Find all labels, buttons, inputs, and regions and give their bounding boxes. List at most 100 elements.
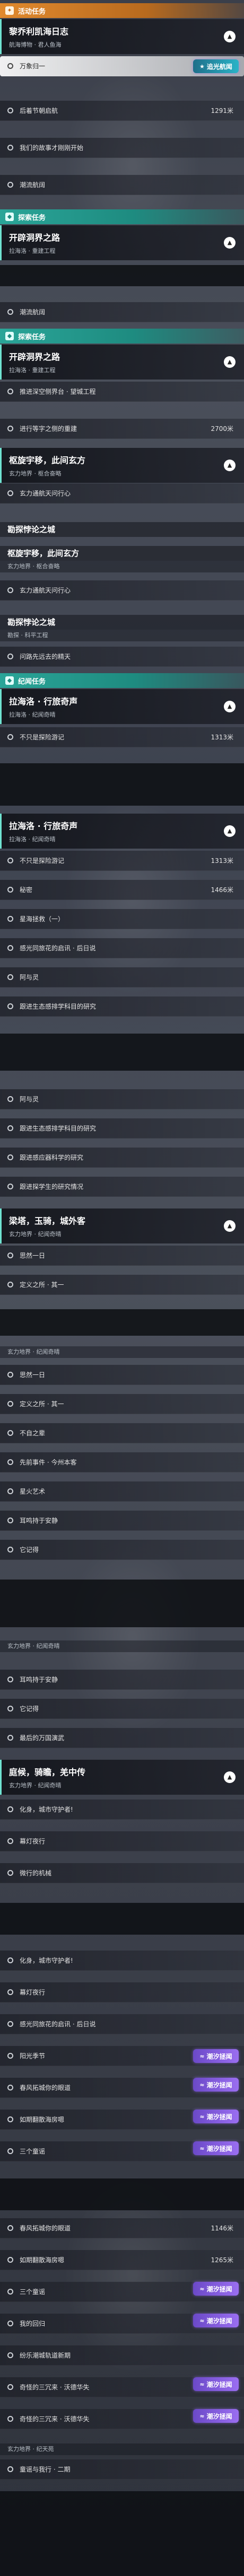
group-title[interactable]: 枢旋宇移，此间玄方 <box>0 546 244 561</box>
radio-icon <box>7 2148 13 2154</box>
radio-icon <box>7 309 13 315</box>
list-item[interactable]: 后着节朝启航 1291米 <box>0 101 244 121</box>
list-item[interactable]: 最后的万国演武 <box>0 1728 244 1748</box>
distance-label: 2700米 <box>211 425 233 433</box>
list-item[interactable]: 不自之辈 <box>0 1423 244 1443</box>
list-item[interactable]: 跟进探学生的研究情况 <box>0 1177 244 1197</box>
list-item[interactable]: 跟进生态感排学科目的研究 <box>0 1118 244 1139</box>
list-item[interactable]: 跟进感应器科学的研究 <box>0 1148 244 1168</box>
section-header-events[interactable]: ✦ 活动任务 <box>0 3 244 18</box>
list-item[interactable]: 化身，城市守护者! <box>0 1799 244 1820</box>
list-item[interactable]: 定义之所 · 其一 <box>0 1275 244 1295</box>
list-item[interactable]: 推进深空侧界台 · 望城工程 <box>0 382 244 402</box>
list-item[interactable]: 潮流航阔 <box>0 302 244 322</box>
section-header-story[interactable]: ◆ 纪闻任务 <box>0 673 244 688</box>
list-item[interactable]: 不只是探险游记 1313米 <box>0 851 244 871</box>
item-label: 玄力通航天问行心 <box>20 490 71 497</box>
item-label: 它记得 <box>20 1705 39 1713</box>
collapse-icon[interactable]: ▲ <box>224 31 236 42</box>
list-item[interactable]: 化身，城市守护者! <box>0 1951 244 1971</box>
list-item[interactable]: 感光同旅花的启讯 · 后日说 <box>0 2014 244 2034</box>
radio-icon <box>7 945 13 951</box>
radio-icon <box>7 2416 13 2422</box>
quest-card[interactable]: 黎乔利凯海日志 航海博物 · 君人鱼海 ▲ <box>0 19 244 54</box>
list-item[interactable]: 潮流航阔 <box>0 175 244 195</box>
item-label: 不只是探险游记 <box>20 857 65 864</box>
list-item[interactable]: 秘密 1466米 <box>0 880 244 900</box>
track-badge[interactable]: ≈ 潮汐拯闻 <box>193 2049 239 2063</box>
quest-card[interactable]: 枢旋宇移，此间玄方 玄力地界 · 枢合奋略 ▲ <box>0 448 244 483</box>
badge-label: 潮汐拯闻 <box>206 2285 232 2293</box>
radio-icon <box>7 2466 13 2472</box>
list-item[interactable]: 它记得 <box>0 1699 244 1719</box>
wave-icon: ≈ <box>199 2317 205 2324</box>
list-item[interactable]: 思然一日 <box>0 1365 244 1385</box>
item-label: 童谣与我行 · 二期 <box>20 2466 71 2473</box>
list-item[interactable]: 跟进生态感排学科目的研究 <box>0 996 244 1017</box>
radio-icon <box>7 1003 13 1009</box>
list-item[interactable]: 阿与灵 <box>0 1089 244 1109</box>
wave-icon: ≈ <box>199 2380 205 2388</box>
quest-card[interactable]: 开辟洞界之路 拉海洛 · 重建工程 ▲ <box>0 345 244 380</box>
list-item[interactable]: 思然一日 <box>0 1246 244 1266</box>
list-item[interactable]: 春风拓城你的眼道 1146米 <box>0 2218 244 2238</box>
item-label: 如期翻散海房嗯 <box>20 2256 65 2264</box>
list-item[interactable]: 纷乐潮城轨道新期 <box>0 2345 244 2366</box>
list-item[interactable]: 定义之所 · 其一 <box>0 1394 244 1414</box>
quest-card[interactable]: 拉海洛 · 行旅奇声 拉海洛 · 纪闻奇晴 ▲ <box>0 814 244 849</box>
list-item[interactable]: 不只是探险游记 1313米 <box>0 727 244 747</box>
collapse-icon[interactable]: ▲ <box>224 356 236 368</box>
collapse-icon[interactable]: ▲ <box>224 237 236 249</box>
item-label: 我们的故事才刚刚开始 <box>20 144 84 152</box>
list-item[interactable]: 它记得 <box>0 1540 244 1560</box>
collapse-icon[interactable]: ▲ <box>224 701 236 712</box>
list-item[interactable]: 问路先远去的精天 <box>0 647 244 667</box>
quest-subtitle: 拉海洛 · 重建工程 <box>9 367 56 374</box>
track-badge[interactable]: ≈ 潮汐拯闻 <box>193 2409 239 2423</box>
list-item[interactable]: 如期翻散海房嗯 1265米 <box>0 2250 244 2270</box>
radio-icon <box>7 654 13 659</box>
list-item[interactable]: 微行的机械 <box>0 1863 244 1883</box>
list-item[interactable]: 感光同旅花的启讯 · 后日说 <box>0 938 244 958</box>
track-badge[interactable]: ≈ 潮汐拯闻 <box>193 2282 239 2296</box>
group-title[interactable]: 勘探悖论之城 <box>0 615 244 630</box>
quest-card[interactable]: 庭候，骑瞻，羌中传 玄力地界 · 纪闻奇晴 ▲ <box>0 1760 244 1795</box>
list-item[interactable]: 童谣与我行 · 二期 <box>0 2459 244 2480</box>
quest-subtitle: 航海博物 · 君人鱼海 <box>9 41 62 48</box>
list-item[interactable]: 玄力通航天问行心 <box>0 580 244 601</box>
list-item[interactable]: 耳鸣持于安静 <box>0 1670 244 1690</box>
quest-card[interactable]: 梁塔，玉骑，城外客 玄力地界 · 纪闻奇晴 ▲ <box>0 1208 244 1243</box>
list-item[interactable]: 玄力通航天问行心 <box>0 483 244 504</box>
quest-card[interactable]: 开辟洞界之路 拉海洛 · 重建工程 ▲ <box>0 225 244 260</box>
section-header-explore[interactable]: ◆ 探索任务 <box>0 329 244 343</box>
wave-icon: ≈ <box>199 2285 205 2292</box>
divider-band <box>0 1034 244 1071</box>
collapse-icon[interactable]: ▲ <box>224 1771 236 1783</box>
collapse-icon[interactable]: ▲ <box>224 1220 236 1232</box>
list-item[interactable]: 耳鸣持于安静 <box>0 1511 244 1531</box>
group-title[interactable]: 勘探悖论之城 <box>0 522 244 537</box>
item-label: 思然一日 <box>20 1371 46 1379</box>
quest-card[interactable]: 拉海洛 · 行旅奇声 拉海洛 · 纪闻奇晴 ▲ <box>0 689 244 724</box>
collapse-icon[interactable]: ▲ <box>224 460 236 471</box>
track-badge[interactable]: ≈ 潮汐拯闻 <box>193 2110 239 2123</box>
quest-subtitle: 玄力地界 · 纪闻奇晴 <box>9 1231 62 1238</box>
list-item[interactable]: 幕灯夜行 <box>0 1982 244 2002</box>
list-item[interactable]: 星海拯救（一） <box>0 909 244 929</box>
track-badge[interactable]: ≈ 潮汐拯闻 <box>193 2377 239 2391</box>
track-badge[interactable]: ≈ 潮汐拯闻 <box>193 2141 239 2155</box>
list-item[interactable]: 阿与灵 <box>0 967 244 987</box>
section-header-explore[interactable]: ◆ 探索任务 <box>0 209 244 224</box>
track-badge[interactable]: ≈ 潮汐拯闻 <box>193 2314 239 2327</box>
list-item[interactable]: 进行等字之侧的重建 2700米 <box>0 419 244 439</box>
list-item[interactable]: 幕灯夜行 <box>0 1831 244 1851</box>
list-item[interactable]: 星火艺术 <box>0 1481 244 1502</box>
badge-label: 潮汐拯闻 <box>206 2380 232 2388</box>
track-badge[interactable]: ★ 追光航闻 <box>193 59 239 73</box>
collapse-icon[interactable]: ▲ <box>224 825 236 837</box>
list-item[interactable]: 先前事件 · 今州本客 <box>0 1452 244 1472</box>
group-subtitle: 玄力地界 · 纪天苑 <box>0 2443 244 2455</box>
track-badge[interactable]: ≈ 潮汐拯闻 <box>193 2078 239 2092</box>
list-item[interactable]: 我们的故事才刚刚开始 <box>0 138 244 158</box>
distance-label: 1291米 <box>211 107 233 114</box>
